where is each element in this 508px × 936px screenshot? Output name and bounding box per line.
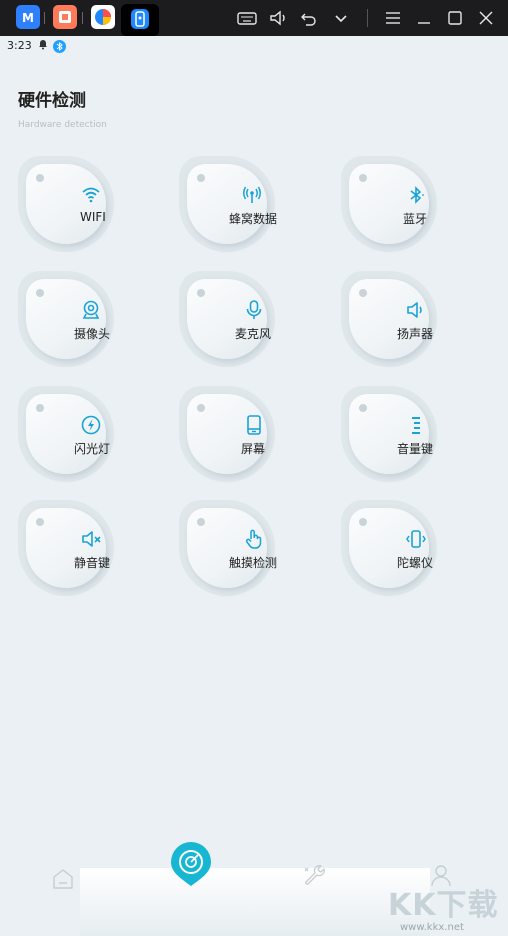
hardware-app-icon [131,9,149,29]
detect-item-flash[interactable]: 闪光灯 [18,386,116,484]
app-window: M 3:23 硬件检测 Hardware detection WIFI 蜂窝数据… [0,0,508,936]
minimize-icon[interactable] [413,8,435,28]
card-dot [359,404,367,412]
item-label: 陀螺仪 [397,556,434,570]
card-dot [36,404,44,412]
camera-icon [80,299,102,321]
svg-text:M: M [22,11,34,25]
screen-icon [243,414,265,436]
item-label: WIFI [80,210,106,224]
card-dot [197,404,205,412]
watermark-logo: KK下载 [388,888,499,923]
bell-icon [37,38,49,53]
card-dot [359,174,367,182]
card-dot [359,289,367,297]
detect-item-cellular[interactable]: 蜂窝数据 [179,156,277,254]
item-label: 静音键 [74,556,111,570]
bluetooth-icon [53,40,66,53]
app-tab-3[interactable] [91,5,115,29]
keyboard-icon[interactable] [236,8,258,28]
flash-icon [80,414,102,436]
card-dot [197,174,205,182]
item-label: 摄像头 [74,327,111,341]
controls-divider [367,9,368,27]
detect-item-gyroscope[interactable]: 陀螺仪 [341,500,439,598]
item-label: 蓝牙 [403,212,428,226]
status-time: 3:23 [7,39,32,52]
chevron-down-icon[interactable] [330,8,352,28]
speaker-icon [405,299,427,321]
card-dot [359,518,367,526]
page-subtitle: Hardware detection [18,120,107,130]
volume-icon[interactable] [267,8,289,28]
detect-item-bluetooth[interactable]: 蓝牙 [341,156,439,254]
tab-divider [44,12,45,24]
detect-item-touch[interactable]: 触摸检测 [179,500,277,598]
detect-item-speaker[interactable]: 扬声器 [341,271,439,369]
app-tab-2[interactable] [53,5,77,29]
cellular-icon [241,184,263,206]
detect-item-volume-key[interactable]: 音量键 [341,386,439,484]
bluetooth-icon [405,184,427,206]
touch-icon [243,528,265,550]
page-title: 硬件检测 [18,91,86,111]
watermark-url: www.kkx.net [400,922,464,933]
detect-icon[interactable] [170,842,212,888]
item-label: 扬声器 [397,327,434,341]
item-label: 触摸检测 [229,556,278,570]
tab-divider [82,12,83,24]
app-tab-1[interactable]: M [16,5,40,29]
back-icon[interactable] [298,8,320,28]
maximize-icon[interactable] [444,8,466,28]
item-label: 屏幕 [241,442,266,456]
detect-item-wifi[interactable]: WIFI [18,156,116,254]
tools-icon[interactable] [300,862,340,902]
emulator-titlebar: M [0,0,508,36]
item-label: 蜂窝数据 [229,212,278,226]
item-label: 闪光灯 [74,442,111,456]
detect-item-mute-key[interactable]: 静音键 [18,500,116,598]
mute-icon [80,528,102,550]
close-icon[interactable] [475,8,497,28]
status-bar: 3:23 [0,36,508,56]
wifi-icon [80,184,102,206]
card-dot [197,289,205,297]
detect-item-microphone[interactable]: 麦克风 [179,271,277,369]
microphone-icon [243,299,265,321]
menu-icon[interactable] [382,8,404,28]
detect-item-screen[interactable]: 屏幕 [179,386,277,484]
bottom-nav-panel [80,868,430,936]
card-dot [36,174,44,182]
item-label: 音量键 [397,442,434,456]
item-label: 麦克风 [235,327,272,341]
detect-item-camera[interactable]: 摄像头 [18,271,116,369]
home-icon[interactable] [50,866,90,906]
volume-key-icon [405,414,427,436]
card-dot [36,289,44,297]
gyroscope-icon [405,528,427,550]
card-dot [197,518,205,526]
card-dot [36,518,44,526]
